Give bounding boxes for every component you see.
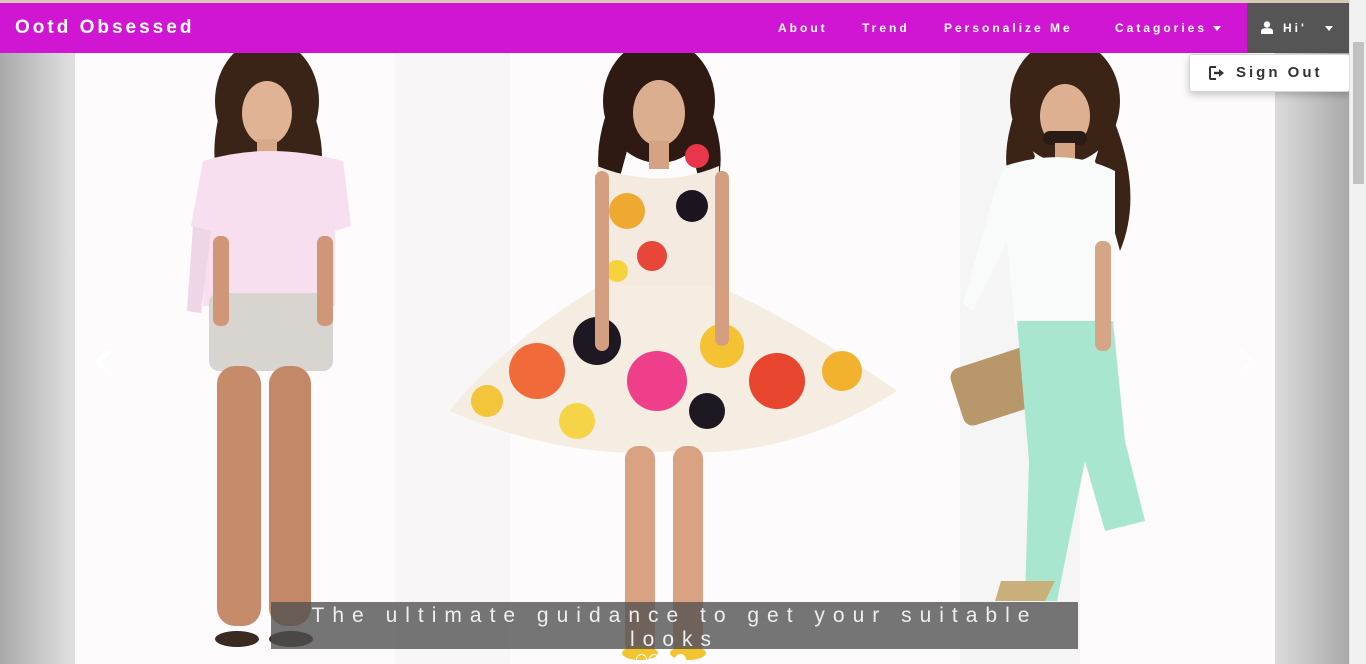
hero-carousel: The ultimate guidance to get your suitab… (0, 53, 1349, 664)
user-menu-toggle[interactable]: Hi' (1247, 3, 1349, 53)
sign-out-menu-item[interactable]: Sign Out (1190, 55, 1349, 91)
caret-down-icon (1325, 26, 1333, 31)
nav-link-trend[interactable]: Trend (862, 3, 910, 53)
carousel-indicator[interactable] (636, 654, 647, 664)
carousel-indicators (636, 654, 716, 664)
carousel-indicator[interactable] (662, 654, 673, 664)
chevron-right-icon (1237, 347, 1256, 377)
nav-link-personalize-me[interactable]: Personalize Me (944, 3, 1073, 53)
sign-out-label: Sign Out (1236, 64, 1323, 81)
user-greeting: Hi' (1283, 21, 1307, 35)
user-dropdown-menu: Sign Out (1189, 54, 1350, 92)
nav-dropdown-catagories[interactable]: Catagories (1115, 3, 1222, 53)
user-icon (1261, 21, 1273, 34)
navbar: Ootd Obsessed About Trend Personalize Me… (0, 3, 1349, 53)
model-center-image (447, 53, 897, 664)
chevron-left-icon (94, 347, 113, 377)
carousel-indicator[interactable] (649, 654, 660, 664)
caret-down-icon (1213, 26, 1222, 32)
nav-dropdown-catagories-label: Catagories (1115, 21, 1208, 35)
scrollbar-thumb[interactable] (1353, 42, 1364, 184)
carousel-indicator-active[interactable] (675, 654, 686, 664)
page-scrollbar[interactable] (1349, 0, 1366, 664)
page: The ultimate guidance to get your suitab… (0, 0, 1366, 664)
carousel-caption-text: The ultimate guidance to get your suitab… (311, 604, 1038, 651)
brand-logo[interactable]: Ootd Obsessed (15, 3, 194, 53)
sign-out-icon (1209, 66, 1224, 80)
model-left-image (185, 53, 365, 664)
carousel-caption: The ultimate guidance to get your suitab… (271, 602, 1078, 651)
carousel-prev-button[interactable] (88, 345, 122, 379)
nav-link-about[interactable]: About (778, 3, 828, 53)
carousel-next-button[interactable] (1228, 345, 1262, 379)
model-right-image (945, 53, 1145, 664)
